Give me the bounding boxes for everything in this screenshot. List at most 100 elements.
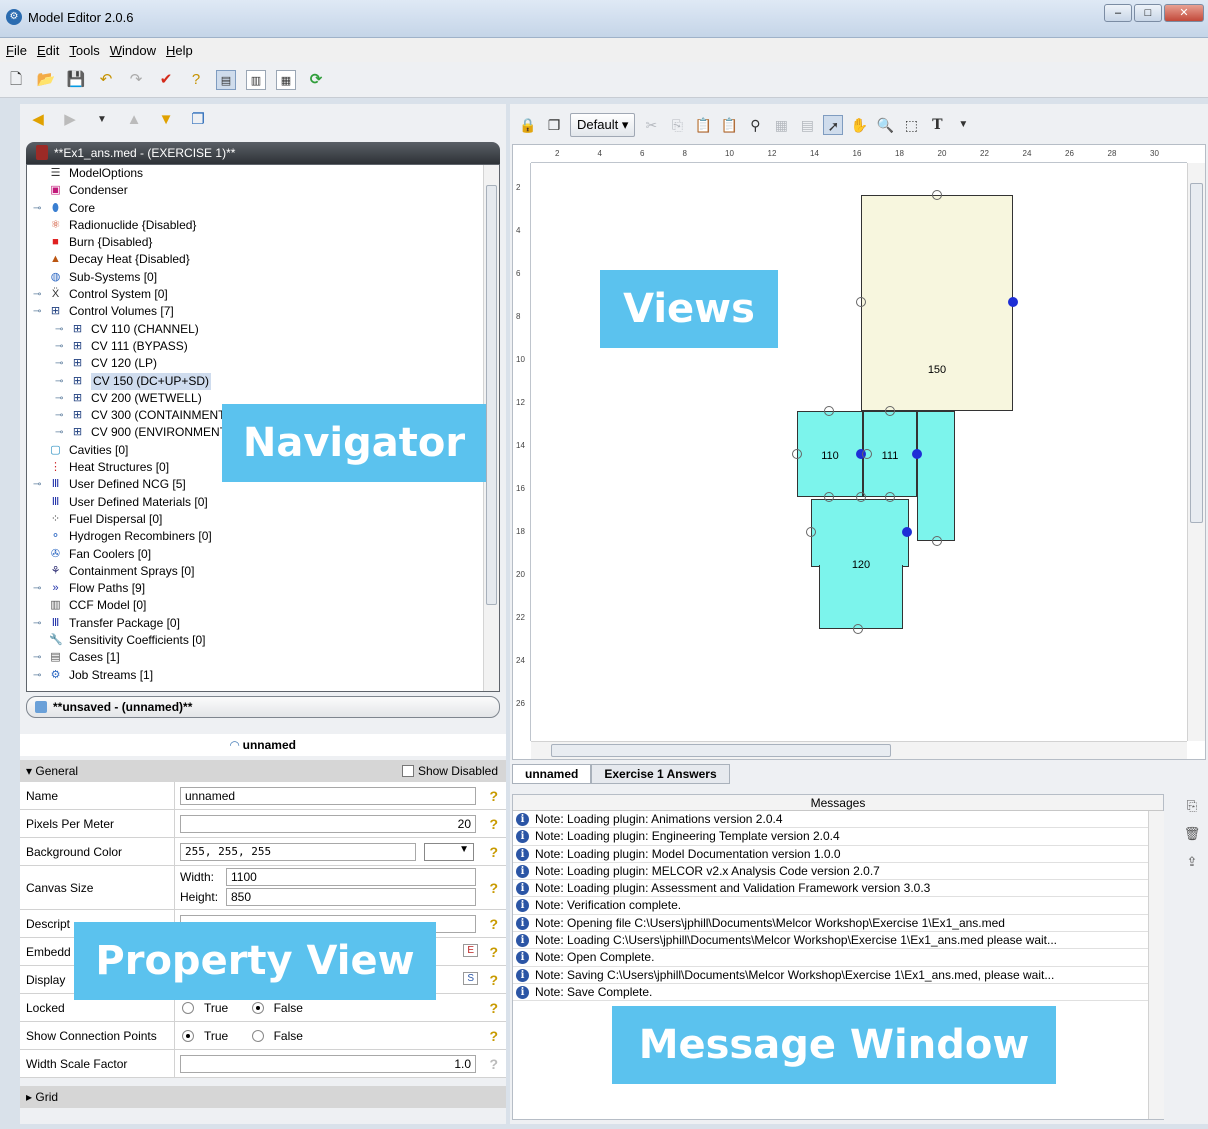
open-folder-icon[interactable]: 📂 (36, 70, 56, 90)
navigator-footer[interactable]: **unsaved - (unnamed)** (26, 696, 500, 718)
help-icon[interactable]: ? (489, 844, 498, 860)
tree-item[interactable]: 🔧 Sensitivity Coefficients [0] (27, 632, 499, 649)
expand-icon[interactable]: ⊸ (55, 321, 65, 338)
tree-item[interactable]: ▣ Condenser (27, 182, 499, 199)
tab-unnamed[interactable]: unnamed (512, 764, 592, 784)
tree-item[interactable]: ⚘ Containment Sprays [0] (27, 563, 499, 580)
text-tool-icon[interactable]: T (927, 115, 947, 135)
tree-item[interactable]: ▥ CCF Model [0] (27, 597, 499, 614)
expand-icon[interactable]: ⊸ (33, 200, 43, 217)
expand-icon[interactable]: ⊸ (33, 649, 43, 666)
tree-item[interactable]: ⁘ Fuel Dispersal [0] (27, 511, 499, 528)
connection-point[interactable] (856, 297, 866, 307)
tree-item[interactable]: ⊸ ⊞ CV 111 (BYPASS) (27, 338, 499, 355)
canvas-vertical-scrollbar[interactable] (1187, 163, 1205, 741)
view-dropdown[interactable]: Default ▾ (570, 113, 636, 137)
connection-point[interactable] (856, 492, 866, 502)
canvas-height-field[interactable]: 850 (226, 888, 476, 906)
expand-icon[interactable]: ⊸ (55, 355, 65, 372)
menu-tools[interactable]: Tools (69, 43, 99, 58)
close-icon[interactable]: ✕ (1164, 4, 1204, 22)
copy-view-icon[interactable]: ❐ (544, 115, 564, 135)
tab-exercise-1-answers[interactable]: Exercise 1 Answers (591, 764, 730, 784)
menu-edit[interactable]: Edit (37, 43, 59, 58)
menu-help[interactable]: Help (166, 43, 193, 58)
tree-item[interactable]: Ⅲ User Defined Materials [0] (27, 494, 499, 511)
tree-item[interactable]: ⊸ Ẍ Control System [0] (27, 286, 499, 303)
down-arrow-icon[interactable]: ▼ (156, 110, 176, 130)
help-icon[interactable]: ? (489, 1028, 498, 1044)
align-icon[interactable]: ▦ (771, 115, 791, 135)
menu-window[interactable]: Window (110, 43, 156, 58)
connection-point[interactable] (932, 190, 942, 200)
tree-item[interactable]: ◍ Sub-Systems [0] (27, 269, 499, 286)
help-icon[interactable]: ? (489, 880, 498, 896)
new-file-icon[interactable]: 🗋 (6, 70, 26, 90)
tree-item[interactable]: ⊸ Ⅲ Transfer Package [0] (27, 615, 499, 632)
expand-icon[interactable]: ⊸ (33, 303, 43, 320)
select-icon[interactable]: S (463, 972, 478, 985)
expand-icon[interactable]: ⊸ (55, 338, 65, 355)
tree-item[interactable]: ⊸ » Flow Paths [9] (27, 580, 499, 597)
tree-item[interactable]: ☰ ModelOptions (27, 165, 499, 182)
help-icon[interactable]: ? (489, 816, 498, 832)
name-field[interactable]: unnamed (180, 787, 476, 805)
help-icon[interactable]: ? (489, 916, 498, 932)
show-disabled-checkbox[interactable]: Show Disabled (401, 760, 498, 782)
tree-item[interactable]: ⊸ ⊞ Control Volumes [7] (27, 303, 499, 320)
chevron-down-icon[interactable]: ▼ (953, 115, 973, 135)
color-dropdown[interactable]: ▼ (424, 843, 474, 861)
undo-icon[interactable]: ↶ (96, 70, 116, 90)
connection-point[interactable] (885, 492, 895, 502)
general-section[interactable]: ▾ General Show Disabled (20, 760, 506, 782)
redo-icon[interactable]: ↷ (126, 70, 146, 90)
views-canvas[interactable]: 2 4 6 8 10 12 14 16 18 20 22 24 26 28 30 2 4 6 8 10 12 14 16 1… (512, 144, 1206, 760)
paste-icon[interactable]: 📋 (693, 115, 713, 135)
chevron-down-icon[interactable]: ▼ (92, 110, 112, 130)
cv-120-upper[interactable] (811, 499, 909, 567)
connection-point[interactable] (853, 624, 863, 634)
messages-scrollbar[interactable] (1148, 811, 1164, 1119)
tree-item[interactable]: ⊸ ⚙ Job Streams [1] (27, 667, 499, 684)
select-region-icon[interactable]: ⬚ (901, 115, 921, 135)
cut-icon[interactable]: ✂ (641, 115, 661, 135)
tree-item[interactable]: ✇ Fan Coolers [0] (27, 546, 499, 563)
grid-section[interactable]: ▸ Grid (20, 1086, 506, 1108)
locked-false-radio[interactable]: False (251, 1001, 313, 1015)
cv-120[interactable]: 120 (819, 559, 903, 629)
hand-icon[interactable]: ✋ (849, 115, 869, 135)
tree-item[interactable]: ⊸ ⊞ CV 110 (CHANNEL) (27, 321, 499, 338)
connection-point[interactable] (792, 449, 802, 459)
expand-icon[interactable]: ⊸ (33, 667, 43, 684)
layout-3-icon[interactable]: ▦ (276, 69, 296, 90)
help-icon[interactable]: ? (489, 1056, 498, 1072)
layout-2-icon[interactable]: ▥ (246, 69, 266, 90)
lock-icon[interactable]: 🔒 (518, 115, 538, 135)
run-icon[interactable]: ⟳ (306, 70, 326, 90)
expand-icon[interactable]: ⊸ (33, 580, 43, 597)
help-icon[interactable]: ? (489, 944, 498, 960)
copy-icon[interactable]: ⎘ (667, 115, 687, 135)
expand-icon[interactable]: ⊸ (55, 390, 65, 407)
trash-icon[interactable]: 🗑 (1182, 824, 1202, 844)
connection-point[interactable] (824, 492, 834, 502)
pointer-icon[interactable]: ➚ (823, 115, 844, 135)
help-icon[interactable]: ? (489, 972, 498, 988)
cv-150[interactable]: 150 (861, 195, 1013, 411)
copy-messages-icon[interactable]: ⎘ (1182, 796, 1202, 816)
forward-arrow-icon[interactable]: ▶ (60, 110, 80, 130)
connection-point[interactable] (912, 449, 922, 459)
cv-110[interactable]: 110 (797, 411, 863, 497)
export-icon[interactable]: ⇪ (1182, 852, 1202, 872)
binoculars-icon[interactable]: ⚲ (745, 115, 765, 135)
connection-point[interactable] (824, 406, 834, 416)
expand-icon[interactable]: ⊸ (33, 615, 43, 632)
edit-icon[interactable]: E (463, 944, 478, 957)
tree-item[interactable]: ⊸ ⊞ CV 150 (DC+UP+SD) (27, 372, 499, 390)
expand-icon[interactable]: ⊸ (33, 286, 43, 303)
locked-true-radio[interactable]: True (182, 1001, 238, 1015)
cv-200-shape[interactable] (917, 411, 955, 541)
expand-icon[interactable]: ⊸ (33, 476, 43, 493)
back-arrow-icon[interactable]: ◀ (28, 110, 48, 130)
showcp-true-radio[interactable]: True (182, 1029, 238, 1043)
